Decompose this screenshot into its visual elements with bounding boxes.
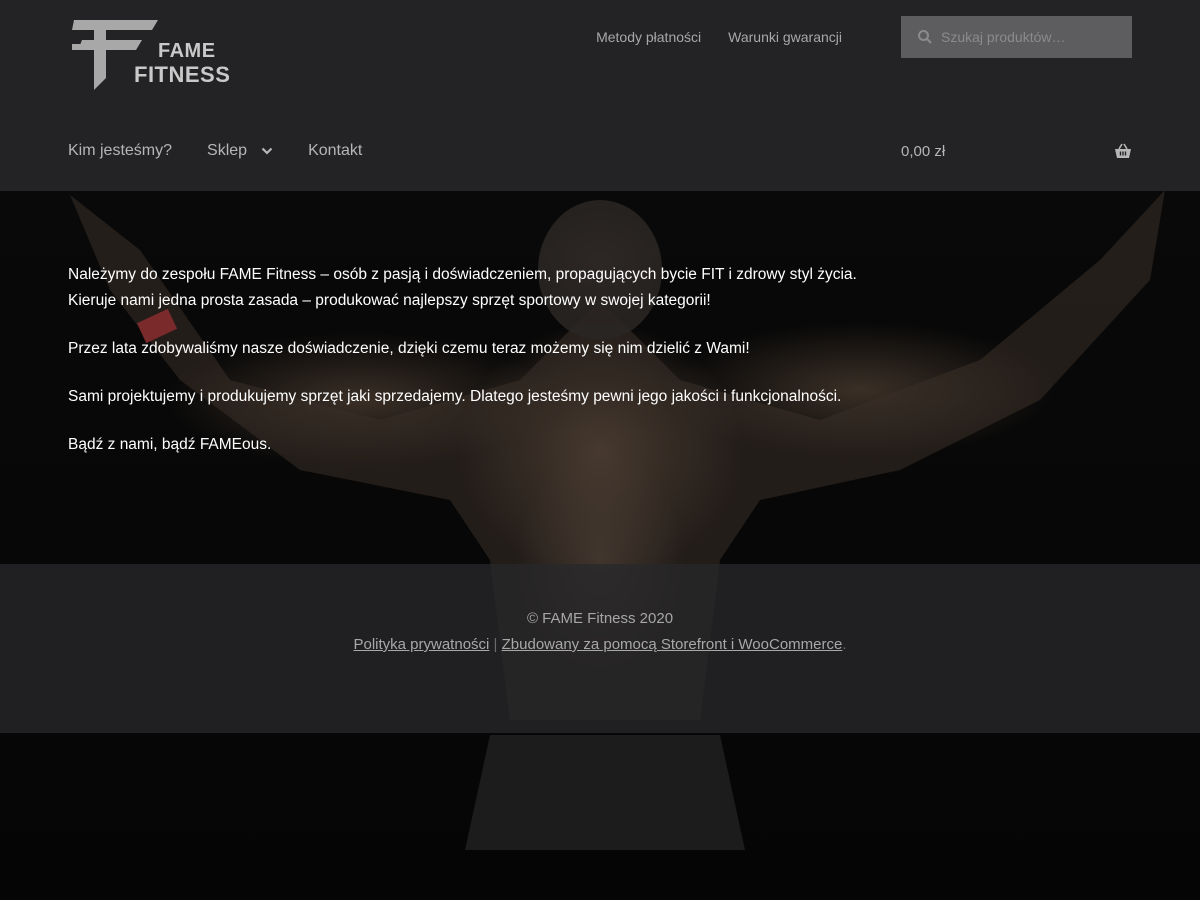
product-search [901,16,1132,58]
basket-icon [1115,143,1131,158]
nav-item-contact[interactable]: Kontakt [308,142,362,160]
footer-separator: | [493,636,498,653]
logo-text-fame: FAME [158,40,216,62]
page-content: Należymy do zespołu FAME Fitness – osób … [68,262,968,480]
privacy-policy-link[interactable]: Polityka prywatności [353,636,489,653]
logo-text-fitness: FITNESS [134,62,231,87]
intro-line-2: Kieruje nami jedna prosta zasada – produ… [68,292,711,309]
copyright-text: © FAME Fitness 2020 [526,610,674,627]
mini-cart[interactable]: 0,00 zł [901,142,1132,160]
experience-paragraph: Przez lata zdobywaliśmy nasze doświadcze… [68,340,750,357]
intro-paragraph: Należymy do zespołu FAME Fitness – osób … [68,262,968,314]
intro-line-1: Należymy do zespołu FAME Fitness – osób … [68,266,857,283]
site-logo[interactable]: FAME FITNESS [72,18,230,90]
nav-item-shop-label: Sklep [207,142,248,159]
nav-item-contact-label: Kontakt [308,142,363,159]
footer-trailing-period: . [842,636,847,653]
nav-link-warranty-terms[interactable]: Warunki gwarancji [728,29,842,45]
search-input[interactable] [939,28,1132,46]
primary-navigation: Kim jesteśmy? Sklep Kontakt [68,142,362,160]
nav-item-shop[interactable]: Sklep [207,142,273,160]
nav-item-about-us-label: Kim jesteśmy? [68,142,173,159]
nav-item-about-us[interactable]: Kim jesteśmy? [68,142,172,160]
search-icon [918,30,932,44]
chevron-down-icon[interactable] [261,145,273,157]
nav-link-payment-methods[interactable]: Metody płatności [596,29,701,45]
site-header: FAME FITNESS Metody płatności Warunki gw… [0,0,1200,191]
cart-total: 0,00 zł [901,142,946,160]
secondary-navigation: Metody płatności Warunki gwarancji [596,29,842,45]
slogan-paragraph: Bądź z nami, bądź FAMEous. [68,436,272,453]
production-paragraph: Sami projektujemy i produkujemy sprzęt j… [68,388,842,405]
footer-links: Polityka prywatności | Zbudowany za pomo… [0,636,1200,653]
storefront-woocommerce-link[interactable]: Zbudowany za pomocą Storefront i WooComm… [502,636,843,653]
site-footer: © FAME Fitness 2020 Polityka prywatności… [0,564,1200,733]
